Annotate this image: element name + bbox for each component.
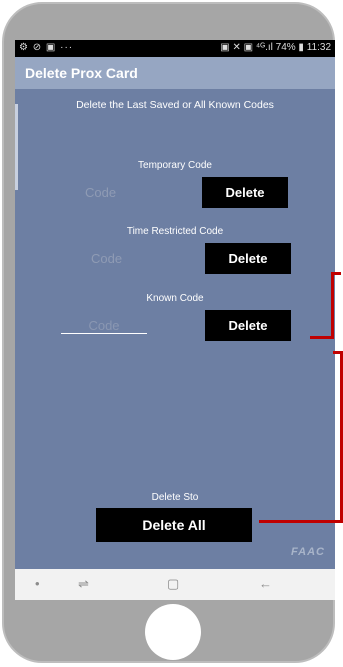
time-restricted-code-field[interactable]: Code (91, 251, 122, 266)
recent-apps-icon[interactable]: ⇌ (78, 576, 89, 592)
known-code-input[interactable]: Code (61, 318, 147, 334)
delete-known-button[interactable]: Delete (205, 310, 291, 341)
status-right-info: ▣ ✕ ▣ ⁴ᴳ.ıl 74% ▮ 11:32 (220, 42, 331, 53)
status-left-icons: ⚙ ⊘ ▣ ··· (19, 42, 74, 53)
annotation-line-h1b (331, 272, 341, 275)
annotation-line-h2 (259, 520, 343, 523)
home-button[interactable] (145, 604, 201, 660)
page-subtitle: Delete the Last Saved or All Known Codes (76, 99, 274, 111)
back-icon[interactable]: ← (259, 576, 272, 591)
faac-logo: FAAC (291, 546, 325, 558)
page-title: Delete Prox Card (25, 65, 138, 81)
annotation-line-v1 (331, 272, 334, 339)
nav-dot-icon[interactable]: • (35, 576, 40, 591)
delete-all-button[interactable]: Delete All (96, 508, 252, 542)
time-restricted-code-label: Time Restricted Code (126, 226, 224, 237)
scroll-indicator[interactable] (15, 104, 18, 190)
temporary-code-field[interactable]: Code (85, 185, 116, 200)
home-nav-icon[interactable]: ▢ (167, 576, 179, 592)
known-code-label: Known Code (146, 293, 204, 304)
status-bar: ⚙ ⊘ ▣ ··· ▣ ✕ ▣ ⁴ᴳ.ıl 74% ▮ 11:32 (15, 40, 335, 57)
delete-temporary-button[interactable]: Delete (202, 177, 288, 208)
app-screen: ⚙ ⊘ ▣ ··· ▣ ✕ ▣ ⁴ᴳ.ıl 74% ▮ 11:32 Delete… (15, 40, 335, 600)
delete-time-restricted-button[interactable]: Delete (205, 243, 291, 274)
android-nav-bar: • ⇌ ▢ ← (15, 569, 335, 600)
app-bar: Delete Prox Card (15, 57, 335, 89)
temporary-code-label: Temporary Code (138, 160, 212, 171)
delete-stored-label: Delete Sto (151, 492, 199, 503)
